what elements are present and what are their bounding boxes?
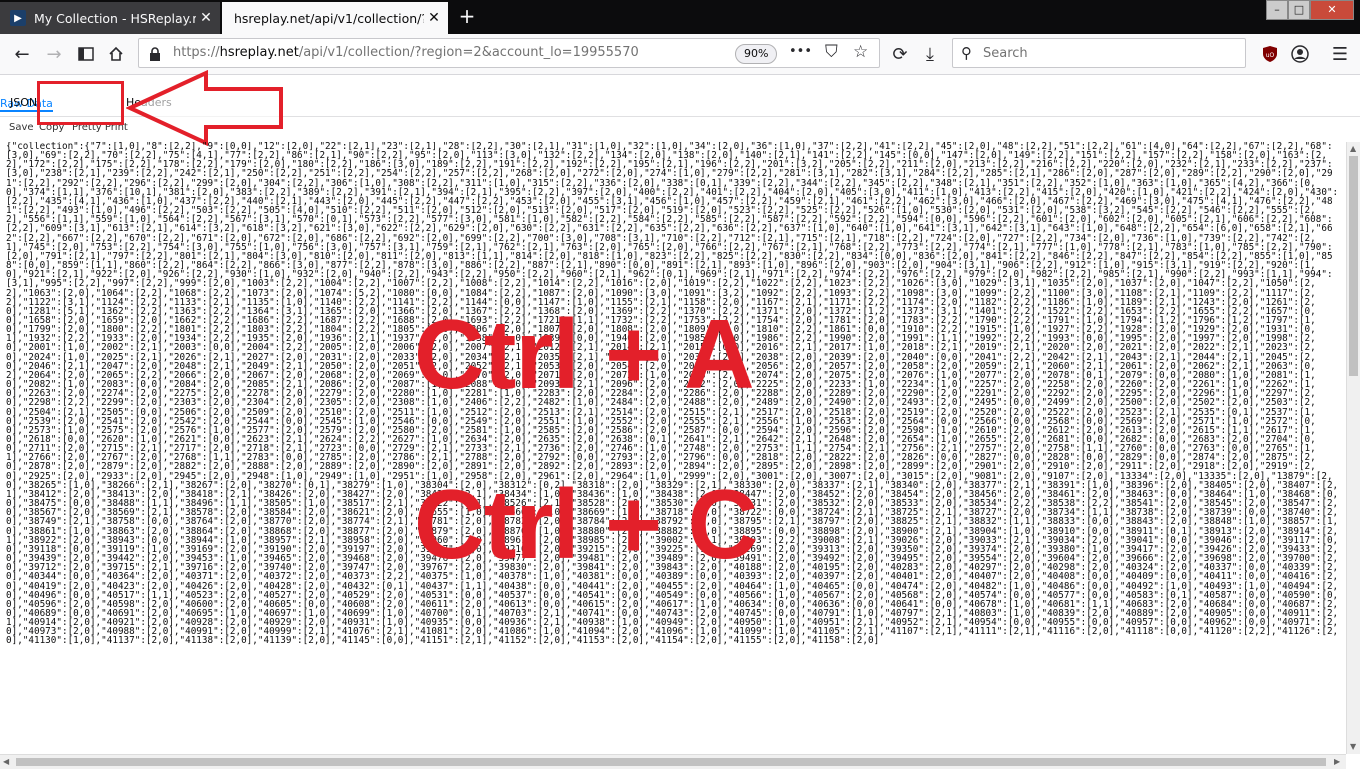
- tab-json[interactable]: JSON: [10, 96, 37, 109]
- hamburger-menu-icon[interactable]: ☰: [1326, 40, 1354, 68]
- page-actions-icon[interactable]: •••: [789, 44, 812, 59]
- horizontal-scroll-thumb[interactable]: [16, 758, 1326, 766]
- search-icon: ⚲: [961, 44, 972, 62]
- tab-my-collection[interactable]: ▶ My Collection - HSReplay.net ✕: [0, 2, 220, 34]
- overlay-ctrl-c: Ctrl + C: [414, 469, 758, 579]
- tab-title: My Collection - HSReplay.net: [34, 10, 196, 26]
- tab-api-collection[interactable]: hsreplay.net/api/v1/collection/?reg ✕: [222, 2, 448, 34]
- ublock-origin-icon[interactable]: uO: [1256, 40, 1284, 68]
- svg-text:uO: uO: [1266, 52, 1275, 59]
- reload-icon[interactable]: ⟳: [886, 40, 914, 68]
- search-bar[interactable]: ⚲ Search: [952, 38, 1246, 68]
- zoom-level-badge[interactable]: 90%: [735, 44, 778, 64]
- search-placeholder: Search: [983, 46, 1028, 61]
- vertical-scrollbar[interactable]: ▲ ▼: [1346, 142, 1360, 754]
- navigation-toolbar: ← → https://hsreplay.net/api/v1/collecti…: [0, 34, 1360, 75]
- download-icon[interactable]: ⤓: [916, 40, 944, 68]
- scroll-right-icon[interactable]: ▶: [1334, 757, 1340, 766]
- tab-strip: ▶ My Collection - HSReplay.net ✕ hsrepla…: [0, 0, 1360, 34]
- tab-title: hsreplay.net/api/v1/collection/?reg: [234, 10, 424, 26]
- tab-close-icon[interactable]: ✕: [196, 10, 216, 26]
- scroll-left-icon[interactable]: ◀: [3, 757, 9, 766]
- back-arrow-icon[interactable]: ←: [8, 40, 36, 68]
- raw-json-panel[interactable]: {"collection":{"7":[1,0],"8":[2,2],"9":[…: [6, 142, 1342, 754]
- maximize-window-icon[interactable]: □: [1288, 0, 1310, 20]
- forward-arrow-icon[interactable]: →: [40, 40, 68, 68]
- horizontal-scrollbar[interactable]: ◀ ▶: [0, 754, 1346, 769]
- tab-close-icon[interactable]: ✕: [424, 10, 444, 26]
- close-window-icon[interactable]: ✕: [1310, 0, 1354, 20]
- url-bar[interactable]: https://hsreplay.net/api/v1/collection/?…: [138, 38, 880, 68]
- overlay-ctrl-a: Ctrl + A: [414, 299, 755, 409]
- url-text[interactable]: https://hsreplay.net/api/v1/collection/?…: [173, 45, 639, 60]
- minimize-window-icon[interactable]: –: [1266, 0, 1288, 20]
- pocket-icon[interactable]: ⛉: [825, 42, 838, 62]
- scroll-down-icon[interactable]: ▼: [1350, 742, 1356, 751]
- sidebar-icon[interactable]: [72, 40, 100, 68]
- lock-icon[interactable]: [149, 46, 161, 61]
- hsreplay-favicon-icon: ▶: [10, 10, 26, 26]
- highlight-box: [37, 81, 124, 125]
- account-icon[interactable]: [1286, 40, 1314, 68]
- bookmark-star-icon[interactable]: ☆: [853, 42, 868, 62]
- scroll-up-icon[interactable]: ▲: [1350, 144, 1356, 153]
- pointer-arrow-icon: [126, 70, 283, 146]
- vertical-scroll-thumb[interactable]: [1349, 156, 1358, 376]
- save-button[interactable]: Save: [9, 122, 34, 133]
- home-icon[interactable]: [102, 40, 130, 68]
- new-tab-button[interactable]: +: [456, 3, 478, 29]
